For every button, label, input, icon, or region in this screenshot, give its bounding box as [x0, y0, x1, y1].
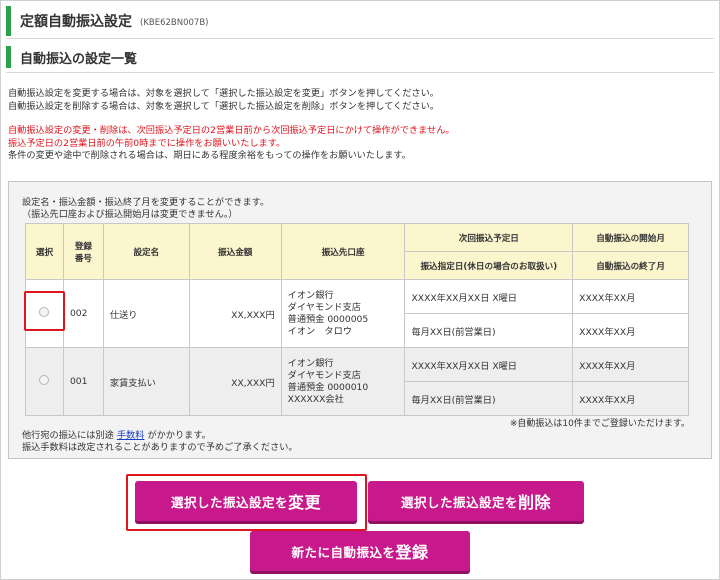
button-label-emphasis: 登録 [395, 543, 429, 562]
select-cell[interactable] [25, 279, 64, 348]
name-cell: 仕送り [102, 279, 190, 348]
start-month-cell: XXXX年XX月 [572, 347, 689, 382]
branch-name: ダイヤモンド支店 [287, 369, 361, 381]
divider [6, 72, 714, 73]
button-label: 新たに自動振込を [291, 544, 396, 560]
account-number: 普通預金 0000005 [287, 313, 369, 325]
account-holder: XXXXXX会社 [287, 393, 344, 405]
fee-text: 他行宛の振込には別途 [22, 430, 114, 441]
page-title: 定額自動振込設定 [20, 14, 132, 30]
register-new-button[interactable]: 新たに自動振込を 登録 [250, 531, 470, 571]
page-header: 定額自動振込設定 (KBE62BN007B) [6, 6, 208, 36]
bank-name: イオン銀行 [287, 357, 334, 369]
table-row[interactable]: 001 家賃支払い XX,XXX円 イオン銀行 ダイヤモンド支店 普通預金 00… [25, 347, 689, 416]
limit-note: ※自動振込は10件までご登録いただけます。 [509, 419, 690, 429]
designated-day-cell: 毎月XX日(前営業日) [404, 313, 574, 348]
section-header: 自動振込の設定一覧 [6, 46, 137, 68]
header-next-date: 次回振込予定日 [404, 223, 574, 252]
fee-link[interactable]: 手数料 [117, 430, 145, 441]
end-month-cell: XXXX年XX月 [572, 313, 689, 348]
settings-table: 選択 登録 番号 設定名 振込金額 振込先口座 次回振込予定日 自動振込の開始月 … [25, 223, 689, 416]
name-cell: 家賃支払い [102, 347, 190, 416]
amount-cell: XX,XXX円 [188, 279, 282, 348]
header-reg-no: 登録 番号 [62, 223, 104, 280]
section-title: 自動振込の設定一覧 [20, 51, 138, 67]
fee-revision-note: 振込手数料は改定されることがありますので予めご了承ください。 [22, 442, 298, 453]
note-timing: 条件の変更や途中で削除される場合は、期日にある程度余裕をもっての操作をお願いいた… [8, 150, 411, 161]
header-designated-day: 振込指定日(休日の場合のお取扱い) [404, 251, 574, 280]
branch-name: ダイヤモンド支店 [287, 301, 361, 313]
amount-cell: XX,XXX円 [188, 347, 282, 416]
fee-text: がかかります。 [147, 430, 211, 441]
next-date-cell: XXXX年XX月XX日 X曜日 [404, 347, 574, 382]
warning-note-1: 自動振込設定の変更・削除は、次回振込予定日の2営業日前から次回振込予定日にかけて… [8, 125, 455, 136]
radio-button[interactable] [39, 307, 50, 317]
header-select: 選択 [25, 223, 64, 280]
header-name: 設定名 [102, 223, 190, 280]
radio-button[interactable] [39, 375, 50, 385]
header-end-month: 自動振込の終了月 [572, 251, 689, 280]
panel-hint-line: 設定名・振込金額・振込終了月を変更することができます。 [22, 197, 270, 208]
bank-name: イオン銀行 [287, 289, 334, 301]
header-amount: 振込金額 [188, 223, 282, 280]
fee-note: 他行宛の振込には別途 手数料 がかかります。 振込手数料は改定されることがありますの… [22, 430, 298, 454]
note-change: 自動振込設定を変更する場合は、対象を選択して「選択した振込設定を変更」ボタンを押… [8, 88, 439, 99]
divider [6, 38, 714, 39]
panel-hint-line: （振込先口座および振込開始月は変更できません。） [22, 209, 238, 220]
note-delete: 自動振込設定を削除する場合は、対象を選択して「選択した振込設定を削除」ボタンを押… [8, 100, 439, 112]
end-month-cell: XXXX年XX月 [572, 381, 689, 416]
reg-no-cell: 002 [62, 279, 104, 348]
header-start-month: 自動振込の開始月 [572, 223, 689, 252]
start-month-cell: XXXX年XX月 [572, 279, 689, 314]
destination-cell: イオン銀行 ダイヤモンド支店 普通預金 0000010 XXXXXX会社 [280, 347, 406, 416]
screen-code: (KBE62BN007B) [140, 17, 209, 28]
account-holder: イオン タロウ [287, 325, 352, 337]
designated-day-cell: 毎月XX日(前営業日) [404, 381, 574, 416]
reg-no-cell: 001 [62, 347, 104, 416]
button-label: 選択した振込設定を [170, 494, 288, 510]
destination-cell: イオン銀行 ダイヤモンド支店 普通預金 0000005 イオン タロウ [280, 279, 406, 348]
select-cell[interactable] [25, 347, 64, 416]
header-destination: 振込先口座 [280, 223, 406, 280]
button-label-emphasis: 削除 [518, 493, 552, 512]
next-date-cell: XXXX年XX月XX日 X曜日 [404, 279, 574, 314]
instructions: 自動振込設定を変更する場合は、対象を選択して「選択した振込設定を変更」ボタンを押… [8, 88, 455, 163]
change-selected-button[interactable]: 選択した振込設定を 変更 [135, 481, 357, 521]
panel-hint: 設定名・振込金額・振込終了月を変更することができます。 （振込先口座および振込開… [22, 197, 269, 221]
account-number: 普通預金 0000010 [287, 381, 369, 393]
table-row[interactable]: 002 仕送り XX,XXX円 イオン銀行 ダイヤモンド支店 普通預金 0000… [25, 279, 689, 348]
button-label-emphasis: 変更 [288, 493, 322, 512]
delete-selected-button[interactable]: 選択した振込設定を 削除 [368, 481, 584, 521]
warning-note-2: 振込予定日の2営業日前の午前0時までに操作をお願いいたします。 [8, 137, 286, 149]
button-label: 選択した振込設定を [400, 494, 518, 510]
